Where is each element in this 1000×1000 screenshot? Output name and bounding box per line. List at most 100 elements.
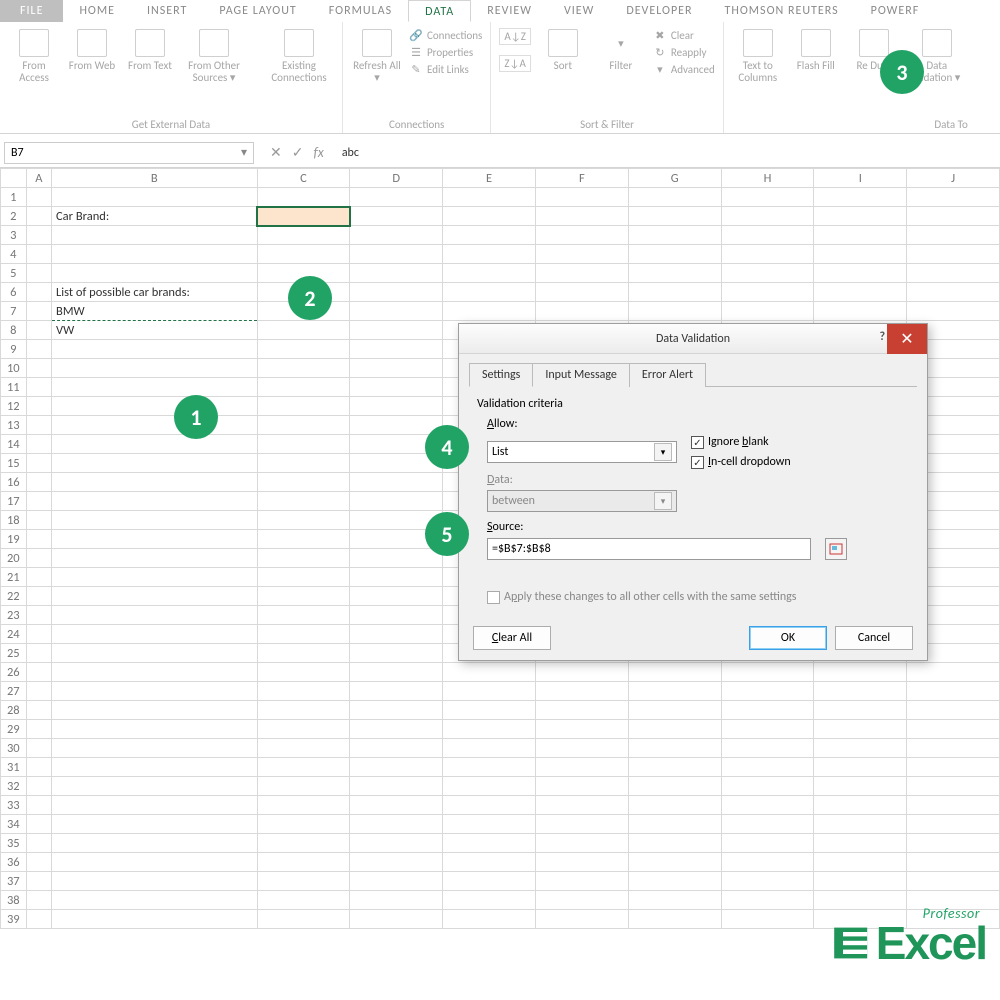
cell-I30[interactable] — [814, 739, 907, 758]
cell-D13[interactable] — [350, 416, 443, 435]
cell-H3[interactable] — [721, 226, 814, 245]
row-1[interactable]: 1 — [1, 188, 27, 207]
row-34[interactable]: 34 — [1, 815, 27, 834]
cell-J36[interactable] — [907, 853, 1000, 872]
cell-B3[interactable] — [52, 226, 257, 245]
col-B[interactable]: B — [52, 169, 257, 188]
cell-H36[interactable] — [721, 853, 814, 872]
cell-J35[interactable] — [907, 834, 1000, 853]
cell-C30[interactable] — [257, 739, 350, 758]
cell-H6[interactable] — [721, 283, 814, 302]
cell-E6[interactable] — [443, 283, 536, 302]
incell-dropdown-checkbox[interactable]: ✓In-cell dropdown — [691, 455, 791, 469]
cell-I2[interactable] — [814, 207, 907, 226]
cell-B33[interactable] — [52, 796, 257, 815]
row-10[interactable]: 10 — [1, 359, 27, 378]
cell-F5[interactable] — [535, 264, 628, 283]
cell-D23[interactable] — [350, 606, 443, 625]
cell-G38[interactable] — [628, 891, 721, 910]
cell-C1[interactable] — [257, 188, 350, 207]
cell-E32[interactable] — [443, 777, 536, 796]
cell-H27[interactable] — [721, 682, 814, 701]
tab-pagelayout[interactable]: PAGE LAYOUT — [203, 0, 312, 22]
cell-J1[interactable] — [907, 188, 1000, 207]
col-A[interactable]: A — [26, 169, 51, 188]
cell-J6[interactable] — [907, 283, 1000, 302]
cell-B16[interactable] — [52, 473, 257, 492]
cell-G31[interactable] — [628, 758, 721, 777]
filter-button[interactable]: ▾Filter — [595, 28, 647, 72]
col-G[interactable]: G — [628, 169, 721, 188]
cell-B5[interactable] — [52, 264, 257, 283]
cell-D6[interactable] — [350, 283, 443, 302]
cell-B31[interactable] — [52, 758, 257, 777]
cell-C3[interactable] — [257, 226, 350, 245]
cell-E5[interactable] — [443, 264, 536, 283]
close-icon[interactable]: ✕ — [887, 324, 927, 354]
cell-B4[interactable] — [52, 245, 257, 264]
cell-C18[interactable] — [257, 511, 350, 530]
cell-H28[interactable] — [721, 701, 814, 720]
cell-D21[interactable] — [350, 568, 443, 587]
cell-C26[interactable] — [257, 663, 350, 682]
col-C[interactable]: C — [257, 169, 350, 188]
cell-D24[interactable] — [350, 625, 443, 644]
cell-B12[interactable] — [52, 397, 257, 416]
col-H[interactable]: H — [721, 169, 814, 188]
cell-B25[interactable] — [52, 644, 257, 663]
cell-H5[interactable] — [721, 264, 814, 283]
cell-H33[interactable] — [721, 796, 814, 815]
cell-G34[interactable] — [628, 815, 721, 834]
cell-F28[interactable] — [535, 701, 628, 720]
row-35[interactable]: 35 — [1, 834, 27, 853]
dialog-titlebar[interactable]: Data Validation ? ✕ — [459, 324, 927, 354]
cell-F39[interactable] — [535, 910, 628, 929]
cell-E35[interactable] — [443, 834, 536, 853]
cell-C8[interactable] — [257, 321, 350, 340]
row-12[interactable]: 12 — [1, 397, 27, 416]
cell-B10[interactable] — [52, 359, 257, 378]
cell-D36[interactable] — [350, 853, 443, 872]
cell-E2[interactable] — [443, 207, 536, 226]
cell-G5[interactable] — [628, 264, 721, 283]
row-14[interactable]: 14 — [1, 435, 27, 454]
help-icon[interactable]: ? — [879, 330, 885, 344]
cell-D17[interactable] — [350, 492, 443, 511]
fx-icon[interactable]: fx — [313, 144, 323, 161]
cell-F36[interactable] — [535, 853, 628, 872]
cell-I31[interactable] — [814, 758, 907, 777]
cell-F32[interactable] — [535, 777, 628, 796]
cell-A32[interactable] — [26, 777, 51, 796]
sort-asc-button[interactable]: A↓Z — [499, 28, 530, 45]
row-5[interactable]: 5 — [1, 264, 27, 283]
cell-F35[interactable] — [535, 834, 628, 853]
allow-combo[interactable]: List▾ — [487, 441, 677, 463]
row-29[interactable]: 29 — [1, 720, 27, 739]
cell-C14[interactable] — [257, 435, 350, 454]
row-22[interactable]: 22 — [1, 587, 27, 606]
cell-A28[interactable] — [26, 701, 51, 720]
row-11[interactable]: 11 — [1, 378, 27, 397]
cell-I4[interactable] — [814, 245, 907, 264]
cell-H32[interactable] — [721, 777, 814, 796]
cell-D11[interactable] — [350, 378, 443, 397]
sort-button[interactable]: Sort — [537, 28, 589, 72]
cell-J30[interactable] — [907, 739, 1000, 758]
cell-A6[interactable] — [26, 283, 51, 302]
col-I[interactable]: I — [814, 169, 907, 188]
cell-D33[interactable] — [350, 796, 443, 815]
cell-A22[interactable] — [26, 587, 51, 606]
cell-C34[interactable] — [257, 815, 350, 834]
cell-H37[interactable] — [721, 872, 814, 891]
clear-filter-button[interactable]: ✖Clear — [653, 28, 715, 42]
row-30[interactable]: 30 — [1, 739, 27, 758]
cell-F3[interactable] — [535, 226, 628, 245]
cell-C25[interactable] — [257, 644, 350, 663]
from-other-sources-button[interactable]: From Other Sources ▾ — [182, 28, 246, 84]
cell-F30[interactable] — [535, 739, 628, 758]
tab-review[interactable]: REVIEW — [471, 0, 548, 22]
range-selector-icon[interactable] — [825, 538, 847, 560]
cell-G2[interactable] — [628, 207, 721, 226]
cell-C19[interactable] — [257, 530, 350, 549]
cell-I35[interactable] — [814, 834, 907, 853]
